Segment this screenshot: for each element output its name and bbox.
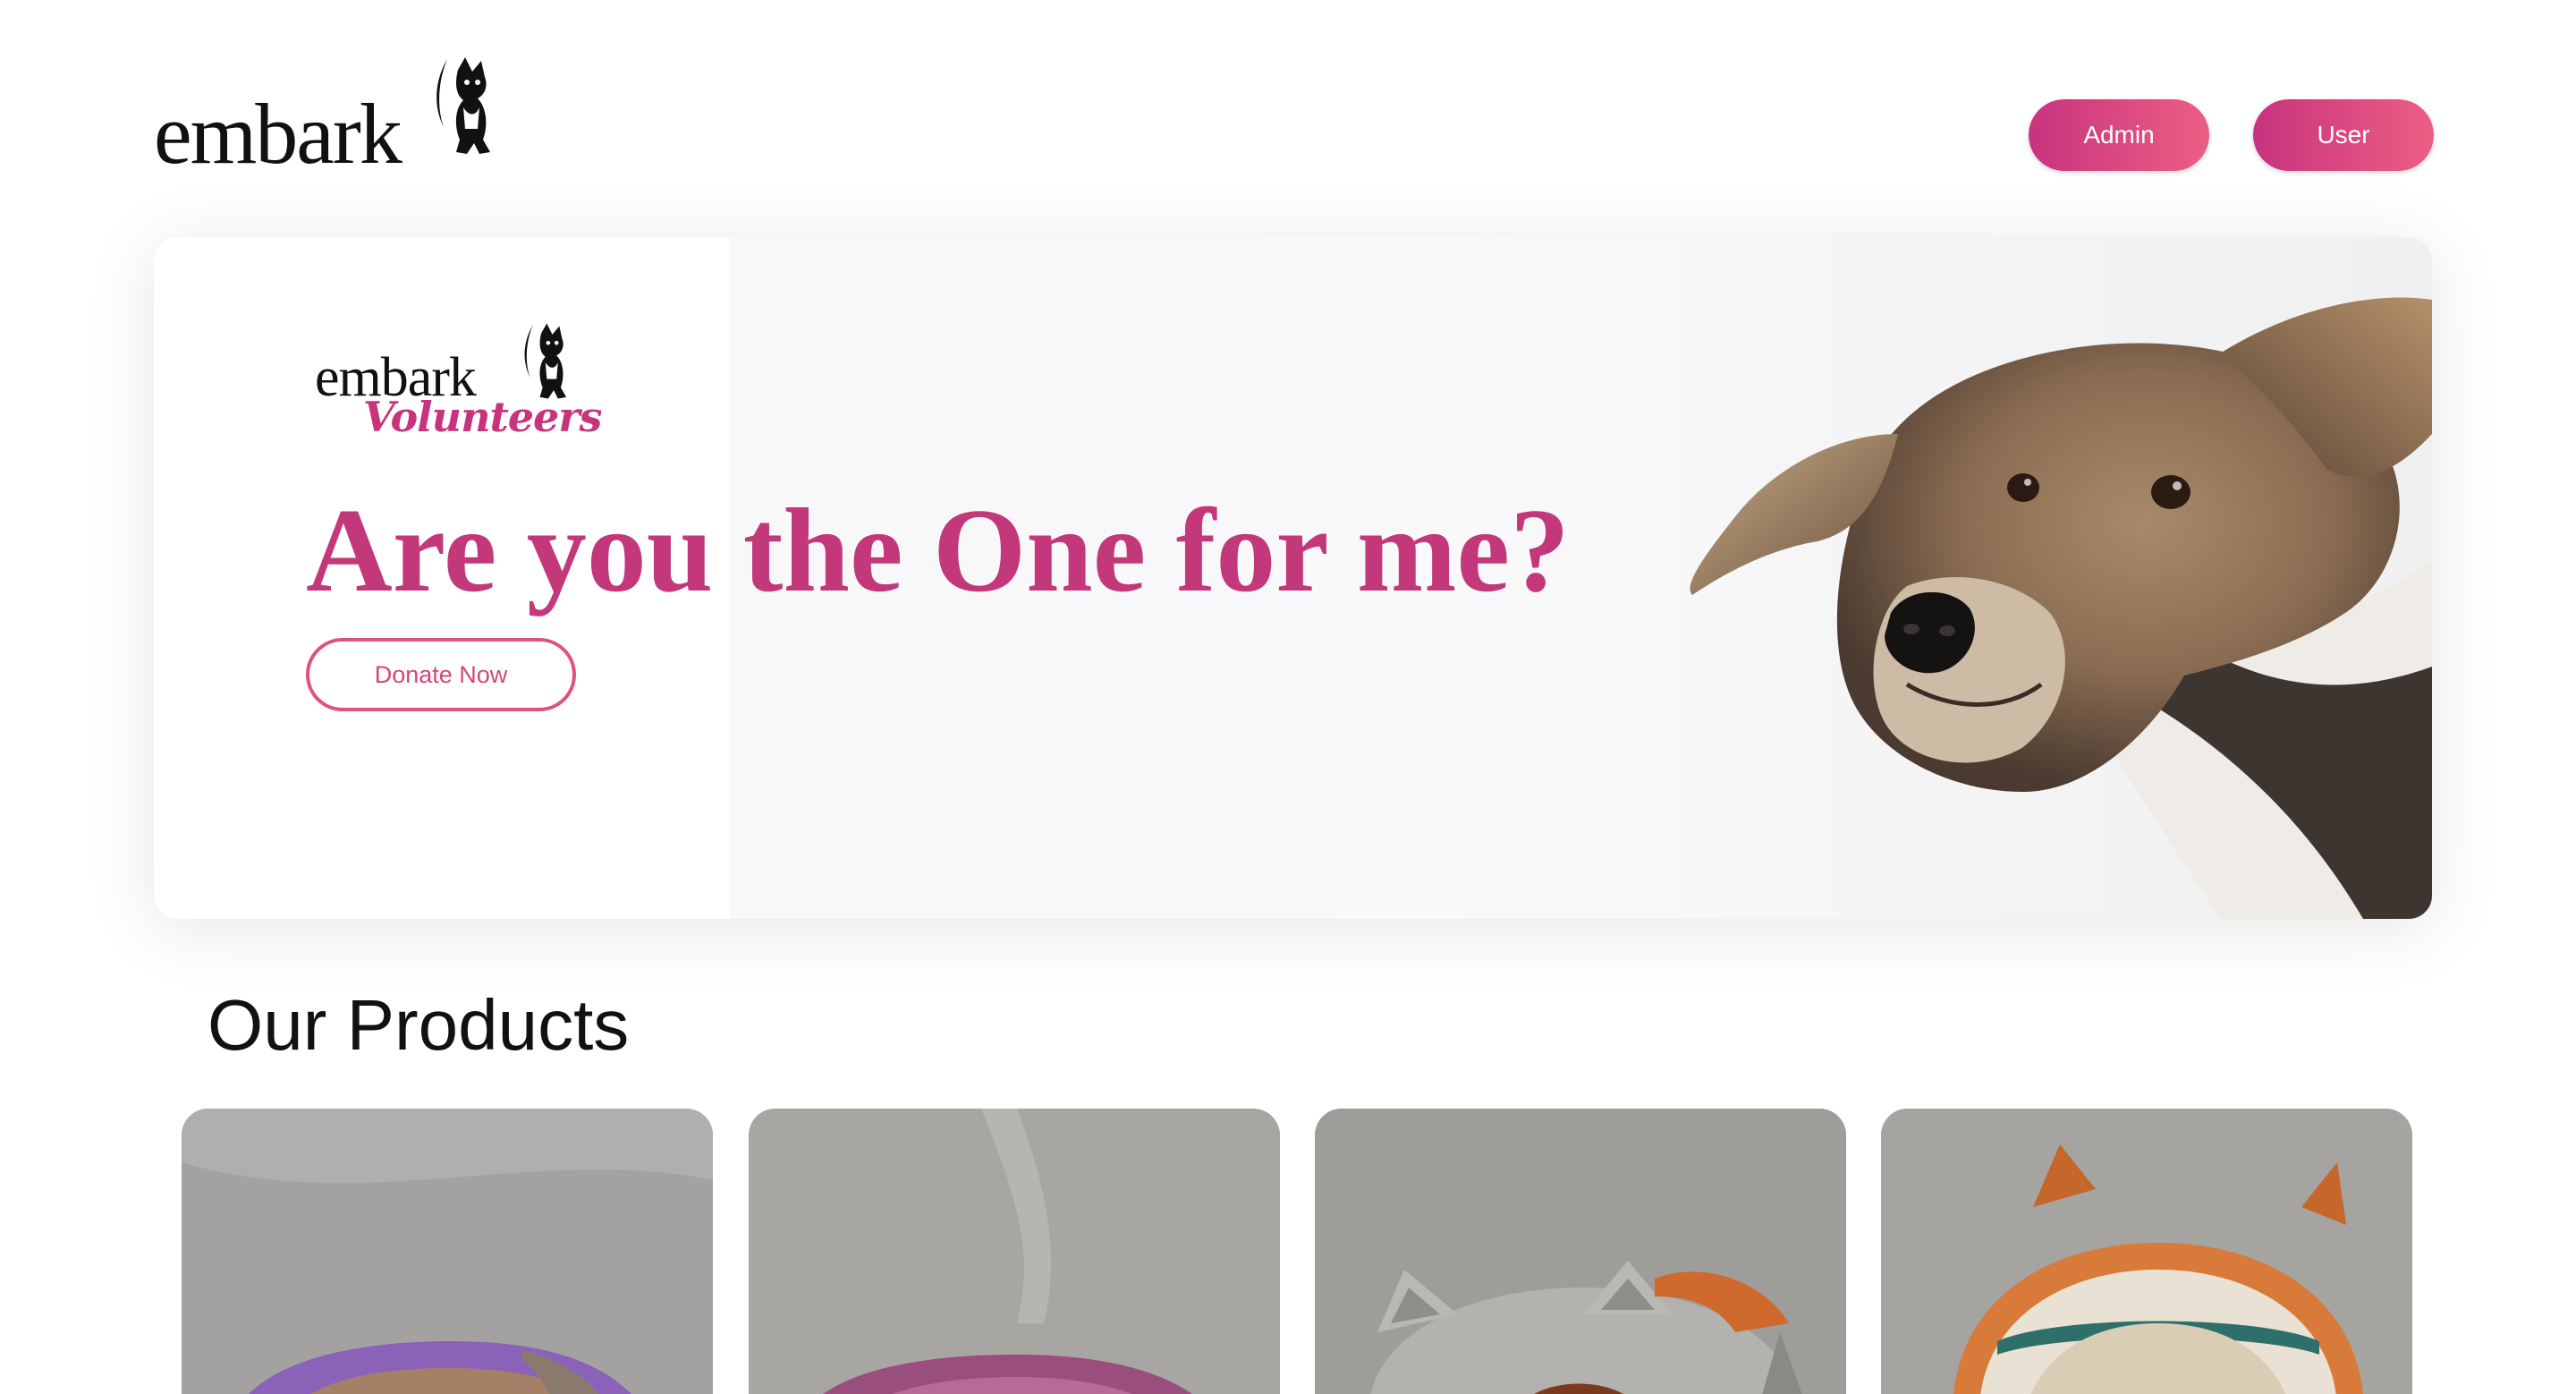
logo-wordmark: embark [154, 86, 402, 182]
grey-cat-hat-image [1315, 1109, 1846, 1394]
orange-crochet-basket-image [1881, 1109, 2412, 1394]
dog-logo-icon [524, 323, 567, 399]
products-section-title: Our Products [208, 985, 630, 1065]
embark-logo[interactable]: embark [154, 54, 512, 177]
donate-now-button[interactable]: Donate Now [306, 638, 576, 711]
product-card[interactable] [1881, 1109, 2412, 1394]
hero-banner: embark Volunteers Are you the One for me… [154, 237, 2432, 919]
pink-crochet-bed-image [749, 1109, 1280, 1394]
product-card[interactable] [182, 1109, 713, 1394]
product-card[interactable] [1315, 1109, 1846, 1394]
product-card[interactable] [749, 1109, 1280, 1394]
site-header: embark Admin User [0, 0, 2576, 197]
hero-title: Are you the One for me? [306, 484, 1570, 616]
user-button[interactable]: User [2253, 99, 2434, 171]
dog-photo-image [1690, 297, 2432, 919]
dog-logo-icon [436, 57, 490, 154]
admin-button[interactable]: Admin [2029, 99, 2209, 171]
purple-crochet-bed-image [182, 1109, 713, 1394]
embark-volunteers-logo: embark Volunteers [315, 318, 602, 452]
products-grid [182, 1109, 2418, 1394]
